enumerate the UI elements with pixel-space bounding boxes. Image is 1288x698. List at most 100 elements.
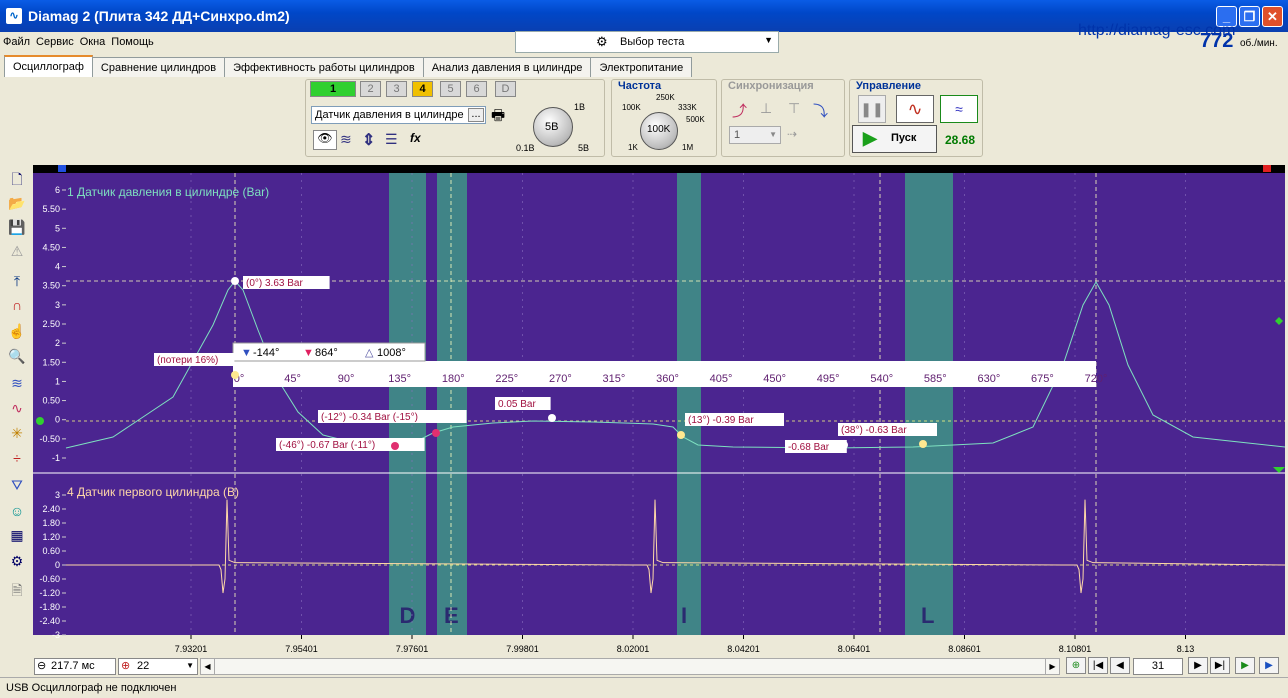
table-icon[interactable]: ▦ (6, 527, 28, 547)
y1-tick-label: 0 (55, 415, 60, 425)
wave-icon[interactable]: ≋ (340, 131, 352, 148)
channel-2-button[interactable]: 2 (360, 81, 381, 97)
x-tick-label: 8.06401 (838, 644, 871, 654)
function-icon[interactable]: fx (410, 131, 421, 145)
page-field[interactable]: 31 (1133, 658, 1183, 675)
cursor-readout: 1008° (377, 347, 406, 359)
start-button[interactable]: ▶ Пуск (852, 125, 937, 153)
close-button[interactable]: ✕ (1262, 6, 1283, 27)
next-page-icon[interactable]: ▶ (1188, 657, 1208, 674)
channel-3-button[interactable]: 3 (386, 81, 407, 97)
person-icon[interactable]: ☺ (6, 503, 28, 523)
x-tick-label: 8.02001 (617, 644, 650, 654)
scope-canvas[interactable]: DEIL 65.5054.5043.5032.5021.5010.500-0.5… (33, 165, 1285, 655)
zone-band (905, 173, 953, 635)
scroll-left-icon[interactable]: ◀ (201, 659, 215, 674)
angle-tick-label: 360° (656, 373, 679, 385)
oscilloscope-display[interactable]: DEIL 6 5.50 5 4.50 4 3.50 3 2.50 2 1.50 1 0.50 0 -0.5… (33, 165, 1285, 655)
annotation-label: (0°) 3.63 Bar (246, 278, 303, 289)
range-min-label: 0.1В (516, 143, 535, 153)
new-file-icon[interactable]: 🗋 (6, 169, 28, 189)
horizontal-scrollbar[interactable]: ◀ ▶ (200, 658, 1060, 675)
add-marker-icon[interactable]: ⊕ (1066, 657, 1086, 674)
eye-icon[interactable]: 👁 (313, 130, 337, 150)
angle-tick-label: 720° (1085, 373, 1108, 385)
timebase-field[interactable]: ⊖ 217.7 мс (34, 658, 116, 675)
freq-mark-1m: 1M (682, 143, 694, 152)
menu-service[interactable]: Сервис (33, 32, 77, 52)
sync-channel-value: 1 (734, 129, 741, 141)
y4-tick-label: 0 (55, 560, 60, 570)
tab-power[interactable]: Электропитание (590, 57, 693, 78)
menu-file[interactable]: Файл (0, 32, 33, 52)
auto-icon[interactable]: ⚠ (6, 243, 28, 263)
channel-5-button[interactable]: 5 (440, 81, 461, 97)
noise-wave-icon[interactable]: ≈ (940, 95, 978, 123)
channel-d-button[interactable]: D (495, 81, 516, 97)
cursor-point (391, 442, 399, 450)
sync-step-up-icon[interactable]: ⊥ (760, 100, 772, 117)
channel-4-button[interactable]: 4 (412, 81, 433, 97)
grid-lines-icon[interactable]: ☰ (385, 131, 398, 148)
auto-settings-icon[interactable]: ⚙ (6, 553, 28, 573)
cursor-point (840, 441, 848, 449)
ch1-label: 1 Датчик давления в цилиндре (Bar) (67, 185, 270, 199)
sine-wave-icon[interactable]: ∿ (896, 95, 934, 123)
sensor-settings-icon[interactable]: 🖶 (491, 105, 505, 130)
zone-label: I (681, 603, 687, 628)
sync-channel-select[interactable]: 1 ▼ (729, 126, 781, 144)
y4-tick-label: -2.40 (39, 616, 60, 626)
angle-tick-label: 675° (1031, 373, 1054, 385)
angle-tick-label: 450° (763, 373, 786, 385)
pause-icon[interactable]: ❚❚ (858, 95, 886, 123)
arc-icon[interactable]: ∩ (6, 297, 28, 317)
play-forward-icon[interactable]: ▶ (1235, 657, 1255, 674)
waves-icon[interactable]: ≋ (6, 375, 28, 395)
maximize-button[interactable]: ❐ (1239, 6, 1260, 27)
rpm-unit: об./мин. (1240, 38, 1278, 49)
channel-count-value: 22 (137, 660, 150, 672)
hand-icon[interactable]: ☝ (6, 323, 28, 343)
menu-windows[interactable]: Окна (77, 32, 109, 52)
play-end-icon[interactable]: ▶ (1259, 657, 1279, 674)
save-icon[interactable]: 💾 (6, 219, 28, 239)
updown-arrow-icon[interactable]: ⇕ (362, 130, 375, 150)
timebase-value: 217.7 мс (51, 660, 95, 672)
chevron-down-icon: ▼ (764, 35, 773, 45)
sparkle-icon[interactable]: ✳ (6, 425, 28, 445)
sync-arrows-icon[interactable]: ⇢ (787, 127, 797, 141)
menu-help[interactable]: Помощь (108, 32, 157, 52)
angle-tick-label: 315° (603, 373, 626, 385)
wave-compare-icon[interactable]: ∿ (6, 400, 28, 420)
y4-tick-label: -1.20 (39, 588, 60, 598)
zoom-icon[interactable]: 🔍 (6, 348, 28, 368)
tab-cylinder-compare[interactable]: Сравнение цилиндров (91, 57, 226, 78)
angle-tick-label: 630° (977, 373, 1000, 385)
channel-count-select[interactable]: ⊕ 22 ▼ (118, 658, 198, 675)
y4-tick-label: 0.60 (42, 546, 60, 556)
channel-6-button[interactable]: 6 (466, 81, 487, 97)
tab-oscilloscope[interactable]: Осциллограф (4, 55, 93, 78)
document-icon[interactable]: 🗎 (6, 580, 28, 600)
scroll-right-icon[interactable]: ▶ (1045, 659, 1059, 674)
prev-page-icon[interactable]: ◀ (1110, 657, 1130, 674)
sync-rise-icon[interactable]: ⤴ (732, 100, 747, 121)
zoom-in-icon[interactable]: ⊕ (121, 659, 130, 672)
tab-cylinder-efficiency[interactable]: Эффективность работы цилиндров (224, 57, 424, 78)
zoom-out-icon[interactable]: ⊖ (37, 659, 46, 672)
tab-pressure-analysis[interactable]: Анализ давления в цилиндре (422, 57, 592, 78)
open-folder-icon[interactable]: 📂 (6, 195, 28, 215)
first-page-icon[interactable]: |◀ (1088, 657, 1108, 674)
split-icon[interactable]: ÷ (6, 450, 28, 470)
filter-icon[interactable]: ⛛ (6, 477, 28, 497)
y1-tick-label: -0.50 (39, 434, 60, 444)
sync-step-down-icon[interactable]: ⊤ (788, 100, 800, 117)
channel-1-button[interactable]: 1 (310, 81, 356, 97)
sync-auto-icon[interactable]: ⤵ (813, 100, 828, 121)
cursor-measure-icon[interactable]: ⤒ (6, 273, 28, 293)
angle-tick-label: 405° (710, 373, 733, 385)
last-page-icon[interactable]: ▶| (1210, 657, 1230, 674)
test-select-dropdown[interactable]: ⚙ Выбор теста ▼ (515, 31, 779, 53)
sensor-select-field[interactable]: Датчик давления в цилиндре ... (311, 106, 486, 124)
sensor-browse-button[interactable]: ... (468, 108, 484, 122)
